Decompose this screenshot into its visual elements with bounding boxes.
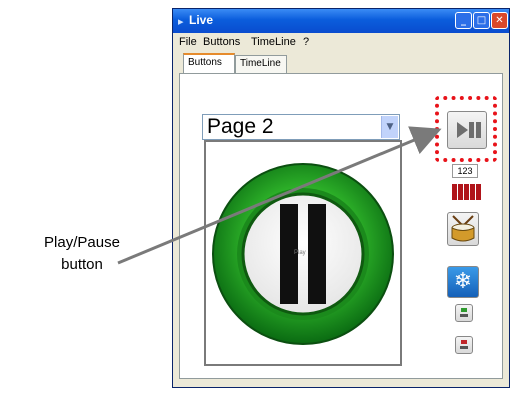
callout-arrow (117, 126, 442, 265)
